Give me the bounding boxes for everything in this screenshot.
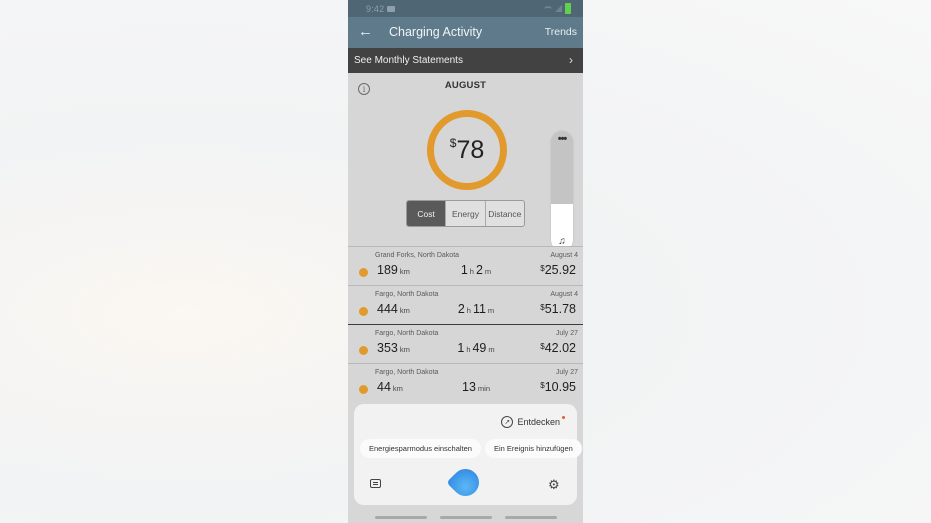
session-duration: 2 h 11 m — [457, 302, 495, 316]
nav-recents-handle[interactable] — [374, 516, 427, 519]
see-monthly-statements-link[interactable]: See Monthly Statements › — [348, 48, 583, 73]
app-bar: ← Charging Activity Trends — [348, 17, 583, 48]
session-duration: 1 h 49 m — [457, 341, 495, 355]
session-distance: 44 km — [377, 380, 403, 394]
session-duration: 1h2m — [460, 263, 492, 277]
session-cost: $25.92 — [540, 263, 576, 277]
statements-label: See Monthly Statements — [354, 55, 463, 66]
compass-icon: ➚ — [501, 416, 514, 428]
session-date: July 27 — [555, 369, 578, 376]
message-notification-icon — [387, 5, 396, 12]
session-location: Fargo, North Dakota — [375, 291, 439, 298]
media-volume-slider[interactable]: ••• ♫ — [551, 131, 573, 251]
tab-cost[interactable]: Cost — [407, 201, 447, 226]
status-dot-icon — [359, 346, 368, 355]
session-distance: 444 km — [377, 302, 410, 316]
status-bar: 9:42 — [348, 0, 583, 17]
session-date: August 4 — [550, 291, 578, 298]
notification-dot — [562, 416, 565, 419]
monthly-summary: i AUGUST $ 78 Cost Energy Distance ••• ♫ — [348, 73, 583, 251]
discover-button[interactable]: ➚ Entdecken — [501, 416, 565, 428]
keyboard-icon[interactable] — [370, 479, 381, 488]
nav-home-handle[interactable] — [439, 516, 492, 519]
assistant-orb-icon[interactable] — [446, 463, 485, 502]
session-cost: $10.95 — [540, 380, 576, 394]
nav-back-handle[interactable] — [504, 516, 557, 519]
charging-sessions-list: Grand Forks, North Dakota August 4 189 km… — [348, 246, 583, 402]
session-row[interactable]: Fargo, North Dakota August 4 444 km 2 h 11 m… — [348, 285, 583, 324]
system-nav-bar — [348, 512, 583, 523]
back-arrow-icon[interactable]: ← — [358, 23, 373, 40]
session-duration: 13 min — [462, 380, 490, 394]
status-time: 9:42 — [366, 3, 385, 14]
page-title: Charging Activity — [389, 25, 483, 39]
session-cost: $51.78 — [540, 302, 576, 316]
chevron-right-icon: › — [569, 53, 573, 67]
trends-button[interactable]: Trends — [545, 26, 577, 38]
session-location: Fargo, North Dakota — [375, 330, 439, 337]
metric-toggle: Cost Energy Distance — [406, 200, 525, 227]
phone-screen: 9:42 ← Charging Activity Trends See Mont… — [348, 0, 583, 523]
suggestion-chip[interactable]: Energiesparmodus einschalten — [360, 439, 481, 458]
total-amount: $ 78 — [427, 110, 507, 190]
status-dot-icon — [359, 385, 368, 394]
session-cost: $42.02 — [540, 341, 576, 355]
wifi-icon — [544, 5, 552, 12]
session-location: Fargo, North Dakota — [375, 369, 439, 376]
session-distance: 189 km — [377, 263, 410, 277]
status-dot-icon — [359, 268, 368, 277]
session-date: July 27 — [555, 330, 578, 337]
tab-distance[interactable]: Distance — [486, 201, 524, 226]
discover-label: Entdecken — [517, 417, 560, 427]
session-row[interactable]: Fargo, North Dakota July 27 44 km 13 min $… — [348, 363, 583, 402]
assistant-panel: ➚ Entdecken Energiesparmodus einschalten… — [354, 404, 582, 505]
battery-icon — [565, 3, 571, 14]
session-distance: 353 km — [377, 341, 410, 355]
session-row[interactable]: Fargo, North Dakota July 27 353 km 1 h 49 m … — [348, 324, 583, 363]
session-date: August 4 — [550, 252, 578, 259]
session-location: Grand Forks, North Dakota — [375, 252, 460, 259]
gear-icon[interactable]: ⚙ — [548, 477, 560, 493]
signal-icon — [555, 5, 562, 12]
more-options-icon[interactable]: ••• — [551, 133, 573, 145]
month-label: AUGUST — [444, 80, 487, 91]
tab-energy[interactable]: Energy — [446, 201, 486, 226]
session-row[interactable]: Grand Forks, North Dakota August 4 189 km… — [348, 246, 583, 285]
total-value: 78 — [456, 135, 485, 164]
suggestion-chip[interactable]: Ein Ereignis hinzufügen — [485, 439, 582, 458]
currency-symbol: $ — [449, 136, 457, 150]
status-dot-icon — [359, 307, 368, 316]
